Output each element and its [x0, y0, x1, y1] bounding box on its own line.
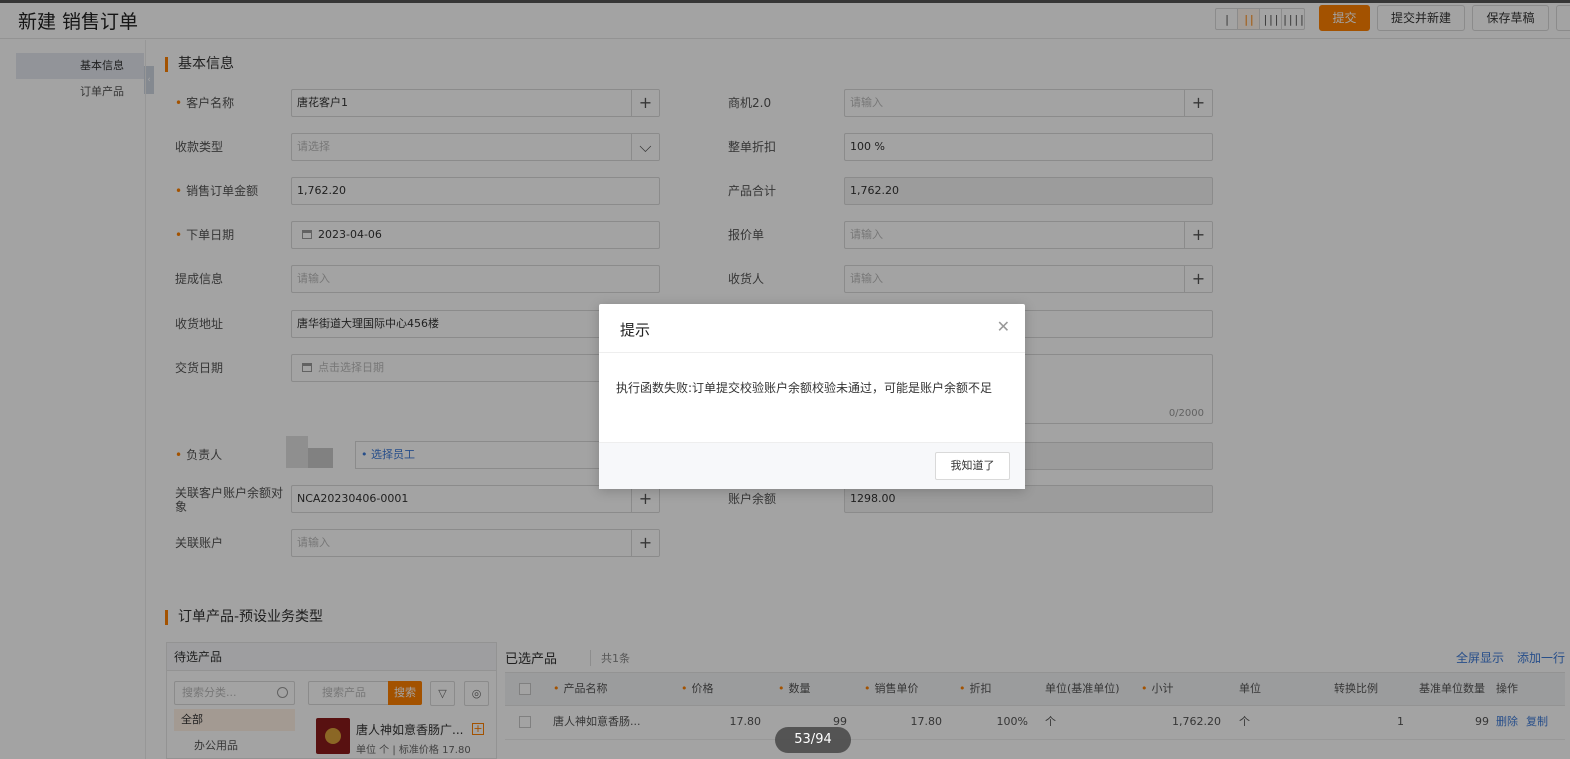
page-counter: 53/94 [775, 727, 851, 753]
dialog-divider [599, 352, 1025, 353]
close-icon[interactable]: ✕ [997, 317, 1010, 336]
alert-dialog: 提示 ✕ 执行函数失败:订单提交校验账户余额校验未通过，可能是账户余额不足 我知… [599, 304, 1025, 489]
dialog-title: 提示 [620, 321, 651, 339]
dialog-message: 执行函数失败:订单提交校验账户余额校验未通过，可能是账户余额不足 [616, 381, 993, 395]
acknowledge-button[interactable]: 我知道了 [935, 452, 1010, 480]
dialog-footer: 我知道了 [599, 442, 1025, 489]
